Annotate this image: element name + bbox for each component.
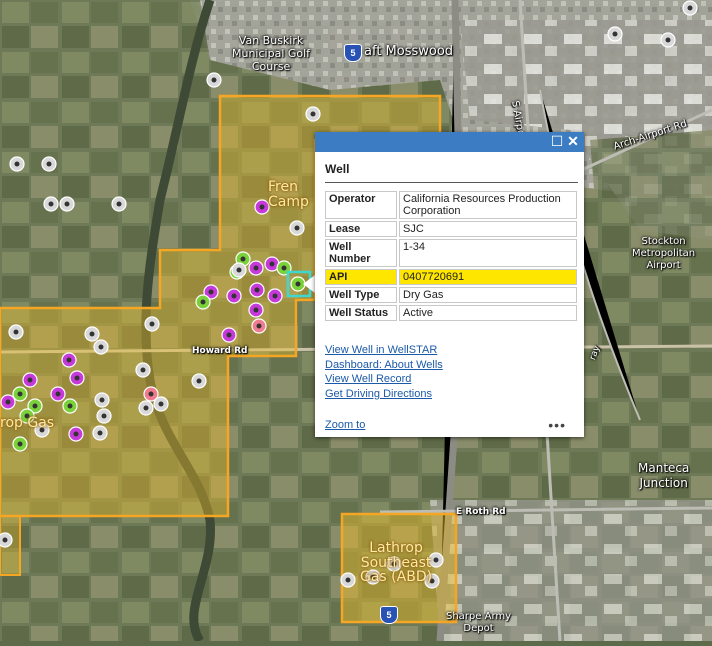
popup-title: Well (325, 152, 578, 183)
close-button[interactable]: ✕ (566, 134, 580, 148)
attribute-value: 0407720691 (399, 269, 577, 285)
popup-link[interactable]: Dashboard: About Wells (325, 358, 584, 373)
well-marker[interactable] (41, 156, 57, 172)
well-marker[interactable] (68, 426, 84, 442)
well-marker[interactable] (153, 396, 169, 412)
well-marker[interactable] (93, 339, 109, 355)
well-marker[interactable] (22, 372, 38, 388)
maximize-button[interactable]: ☐ (550, 134, 564, 148)
well-marker[interactable] (682, 0, 698, 16)
well-marker[interactable] (249, 282, 265, 298)
mosswood-label: aft Mosswood (364, 44, 454, 59)
attribute-value: California Resources Production Corporat… (399, 191, 577, 219)
attribute-table: Operator California Resources Production … (323, 189, 579, 323)
attribute-key: Well Status (325, 305, 397, 321)
sharpe-depot-label: Sharpe Army Depot (446, 611, 512, 634)
well-marker[interactable] (94, 392, 110, 408)
well-marker[interactable] (248, 260, 264, 276)
well-marker[interactable] (43, 196, 59, 212)
manteca-junction-label: Manteca Junction (638, 461, 690, 490)
popup-links: View Well in WellSTAR Dashboard: About We… (315, 343, 584, 401)
well-marker[interactable] (254, 199, 270, 215)
well-marker[interactable] (305, 106, 321, 122)
attribute-row: Well Status Active (325, 305, 577, 321)
well-marker[interactable] (12, 386, 28, 402)
well-marker[interactable] (84, 326, 100, 342)
well-marker[interactable] (8, 324, 24, 340)
well-marker[interactable] (0, 394, 16, 410)
well-marker[interactable] (248, 302, 264, 318)
attribute-value: Active (399, 305, 577, 321)
well-popup: ☐ ✕ Well Operator California Resources Pr… (315, 132, 584, 437)
attribute-key: API (325, 269, 397, 285)
well-marker[interactable] (59, 196, 75, 212)
attribute-value: SJC (399, 221, 577, 237)
well-marker[interactable] (607, 26, 623, 42)
more-options-icon[interactable]: ••• (548, 417, 566, 433)
stockton-airport-label: Stockton Metropolitan Airport (632, 236, 696, 271)
well-marker[interactable] (96, 408, 112, 424)
attribute-value: Dry Gas (399, 287, 577, 303)
well-marker[interactable] (62, 398, 78, 414)
zoom-to-link[interactable]: Zoom to (325, 419, 365, 431)
e-roth-rd-label: E Roth Rd (456, 507, 506, 517)
well-marker[interactable] (144, 316, 160, 332)
lathrop-southeast-field-label: Lathrop Southeast Gas (ABD) (360, 540, 433, 586)
well-marker[interactable] (50, 386, 66, 402)
popup-link[interactable]: Get Driving Directions (325, 387, 584, 402)
popup-header: ☐ ✕ (315, 132, 584, 152)
well-marker[interactable] (195, 294, 211, 310)
well-marker[interactable] (289, 220, 305, 236)
attribute-row: Well Number 1-34 (325, 239, 577, 267)
popup-link[interactable]: View Well in WellSTAR (325, 343, 584, 358)
well-marker[interactable] (0, 532, 13, 548)
interstate-5-shield-top: 5 (344, 44, 362, 62)
attribute-key: Well Number (325, 239, 397, 267)
well-marker[interactable] (206, 72, 222, 88)
well-marker[interactable] (12, 436, 28, 452)
well-marker[interactable] (231, 262, 247, 278)
well-marker[interactable] (9, 156, 25, 172)
attribute-row: Lease SJC (325, 221, 577, 237)
popup-link[interactable]: View Well Record (325, 372, 584, 387)
well-marker[interactable] (226, 288, 242, 304)
attribute-value: 1-34 (399, 239, 577, 267)
well-marker[interactable] (92, 425, 108, 441)
attribute-key: Lease (325, 221, 397, 237)
well-marker[interactable] (111, 196, 127, 212)
attribute-row: Operator California Resources Production … (325, 191, 577, 219)
attribute-row: API 0407720691 (325, 269, 577, 285)
well-marker[interactable] (138, 400, 154, 416)
attribute-key: Operator (325, 191, 397, 219)
well-marker[interactable] (267, 288, 283, 304)
lathrop-gas-field-label: rop Gas (0, 415, 55, 431)
well-marker[interactable] (251, 318, 267, 334)
popup-pointer (303, 275, 315, 293)
attribute-key: Well Type (325, 287, 397, 303)
french-camp-field-label: Fren Camp (268, 179, 309, 210)
well-marker[interactable] (135, 362, 151, 378)
well-marker[interactable] (340, 572, 356, 588)
well-marker[interactable] (221, 327, 237, 343)
well-marker[interactable] (61, 352, 77, 368)
well-marker[interactable] (191, 373, 207, 389)
interstate-5-shield-bottom: 5 (380, 606, 398, 624)
van-buskirk-label: Van Buskirk Municipal Golf Course (232, 34, 311, 73)
howard-rd-label: Howard Rd (192, 346, 248, 356)
attribute-row: Well Type Dry Gas (325, 287, 577, 303)
well-marker[interactable] (660, 32, 676, 48)
well-marker[interactable] (69, 370, 85, 386)
